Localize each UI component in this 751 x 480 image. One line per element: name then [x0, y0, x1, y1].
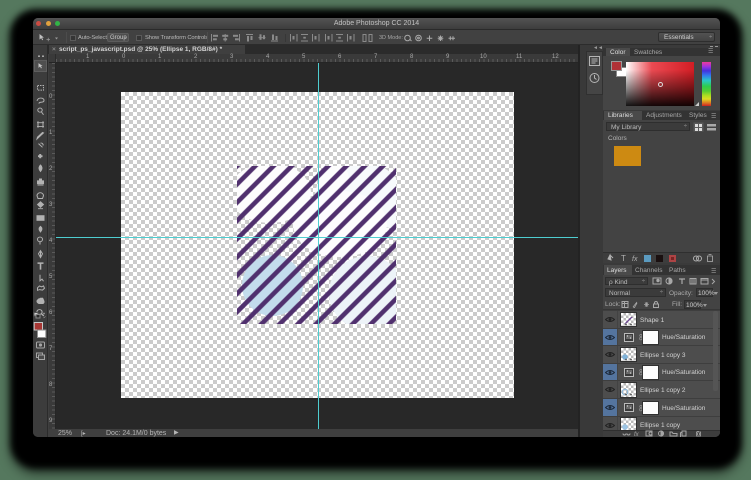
svg-text:fx: fx: [634, 432, 640, 437]
svg-text:fx: fx: [632, 256, 638, 263]
svg-text:T: T: [621, 254, 626, 263]
